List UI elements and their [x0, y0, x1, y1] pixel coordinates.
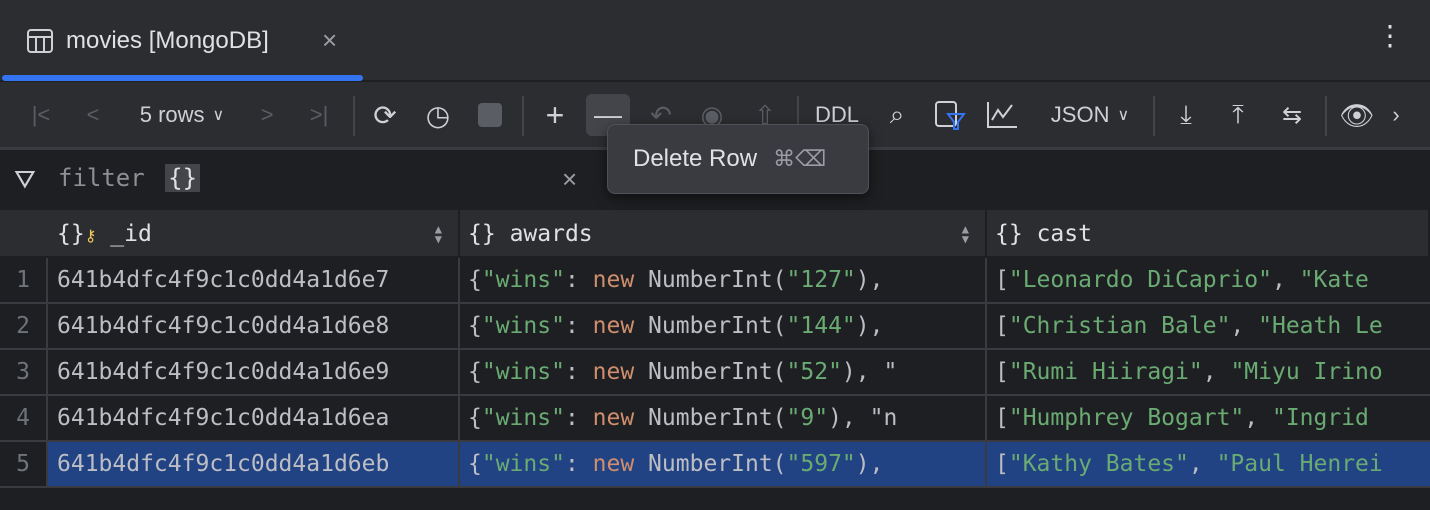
cell-awards[interactable]: {"wins": new NumberInt("127"),: [460, 258, 987, 302]
table-row[interactable]: 3 641b4dfc4f9c1c0dd4a1d6e9 {"wins": new …: [0, 350, 1430, 396]
object-icon: {}: [995, 221, 1023, 247]
cell-id[interactable]: 641b4dfc4f9c1c0dd4a1d6e9: [48, 350, 460, 394]
history-icon[interactable]: ◷: [418, 94, 458, 136]
add-row-icon[interactable]: +: [538, 94, 572, 136]
delete-row-tooltip: Delete Row ⌘⌫: [607, 124, 869, 194]
table-row[interactable]: 2 641b4dfc4f9c1c0dd4a1d6e8 {"wins": new …: [0, 304, 1430, 350]
active-tab-indicator: [2, 75, 363, 81]
clear-filter-icon[interactable]: ×: [562, 164, 577, 195]
column-header-cast[interactable]: {} cast: [987, 210, 1430, 256]
row-number-header: [0, 210, 48, 256]
column-header-id[interactable]: {}⚷ _id ▲ ▼: [48, 210, 460, 256]
close-tab-icon[interactable]: ×: [322, 25, 337, 56]
cell-cast[interactable]: ["Christian Bale", "Heath Le: [987, 304, 1430, 348]
compare-icon[interactable]: ⇆: [1272, 94, 1312, 136]
filter-icon[interactable]: ⛛: [14, 164, 36, 196]
cell-id[interactable]: 641b4dfc4f9c1c0dd4a1d6e7: [48, 258, 460, 302]
data-grid: {}⚷ _id ▲ ▼ {} awards ▲ ▼ {} cast 1 641b4dfc…: [0, 210, 1430, 488]
row-number: 4: [0, 396, 48, 440]
rows-count-dropdown[interactable]: 5 rows ∨: [126, 94, 238, 136]
cell-id[interactable]: 641b4dfc4f9c1c0dd4a1d6ea: [48, 396, 460, 440]
first-page-icon[interactable]: |<: [24, 94, 58, 136]
last-page-icon[interactable]: >|: [302, 94, 336, 136]
cell-awards[interactable]: {"wins": new NumberInt("597"),: [460, 442, 987, 486]
column-header-awards[interactable]: {} awards ▲ ▼: [460, 210, 987, 256]
table-row[interactable]: 4 641b4dfc4f9c1c0dd4a1d6ea {"wins": new …: [0, 396, 1430, 442]
table-row[interactable]: 5 641b4dfc4f9c1c0dd4a1d6eb {"wins": new …: [0, 442, 1430, 488]
chevron-down-icon: ∨: [1117, 107, 1130, 124]
tab-title: movies [MongoDB]: [66, 26, 269, 54]
table-row[interactable]: 1 641b4dfc4f9c1c0dd4a1d6e7 {"wins": new …: [0, 258, 1430, 304]
cell-cast[interactable]: ["Humphrey Bogart", "Ingrid: [987, 396, 1430, 440]
row-number: 1: [0, 258, 48, 302]
table-icon: [27, 28, 53, 53]
row-number: 5: [0, 442, 48, 486]
chart-icon[interactable]: [984, 94, 1020, 136]
filter-column-icon[interactable]: [932, 94, 968, 136]
chevron-down-icon: ∨: [212, 107, 225, 124]
view-options-icon[interactable]: 👁: [1338, 94, 1376, 136]
cell-awards[interactable]: {"wins": new NumberInt("52"), ": [460, 350, 987, 394]
cell-id[interactable]: 641b4dfc4f9c1c0dd4a1d6eb: [48, 442, 460, 486]
row-number: 2: [0, 304, 48, 348]
more-options-icon[interactable]: ⋮: [1376, 22, 1404, 50]
refresh-icon[interactable]: ⟳: [367, 94, 403, 136]
download-icon[interactable]: ⤓: [1170, 94, 1202, 136]
cell-id[interactable]: 641b4dfc4f9c1c0dd4a1d6e8: [48, 304, 460, 348]
header-row: {}⚷ _id ▲ ▼ {} awards ▲ ▼ {} cast: [0, 210, 1430, 258]
sort-icon[interactable]: ▲ ▼: [962, 210, 969, 256]
tab-bar: movies [MongoDB] × ⋮: [0, 0, 1430, 81]
search-icon[interactable]: ⌕: [880, 94, 914, 136]
row-number: 3: [0, 350, 48, 394]
tab-movies[interactable]: movies [MongoDB] ×: [0, 0, 363, 81]
more-toolbar-icon[interactable]: ›: [1386, 94, 1406, 136]
cell-awards[interactable]: {"wins": new NumberInt("144"),: [460, 304, 987, 348]
format-dropdown[interactable]: JSON ∨: [1044, 94, 1136, 136]
object-icon: {}: [468, 221, 496, 247]
cell-cast[interactable]: ["Kathy Bates", "Paul Henrei: [987, 442, 1430, 486]
next-page-icon[interactable]: >: [252, 94, 282, 136]
stop-icon[interactable]: [476, 94, 504, 136]
cell-cast[interactable]: ["Leonardo DiCaprio", "Kate: [987, 258, 1430, 302]
cell-cast[interactable]: ["Rumi Hiiragi", "Miyu Irino: [987, 350, 1430, 394]
sort-icon[interactable]: ▲ ▼: [435, 210, 442, 256]
upload-icon[interactable]: ⤒: [1222, 94, 1254, 136]
cell-awards[interactable]: {"wins": new NumberInt("9"), "n: [460, 396, 987, 440]
previous-page-icon[interactable]: <: [76, 94, 110, 136]
object-key-icon: {}⚷: [57, 221, 97, 247]
filter-input[interactable]: filter {}: [58, 164, 201, 192]
